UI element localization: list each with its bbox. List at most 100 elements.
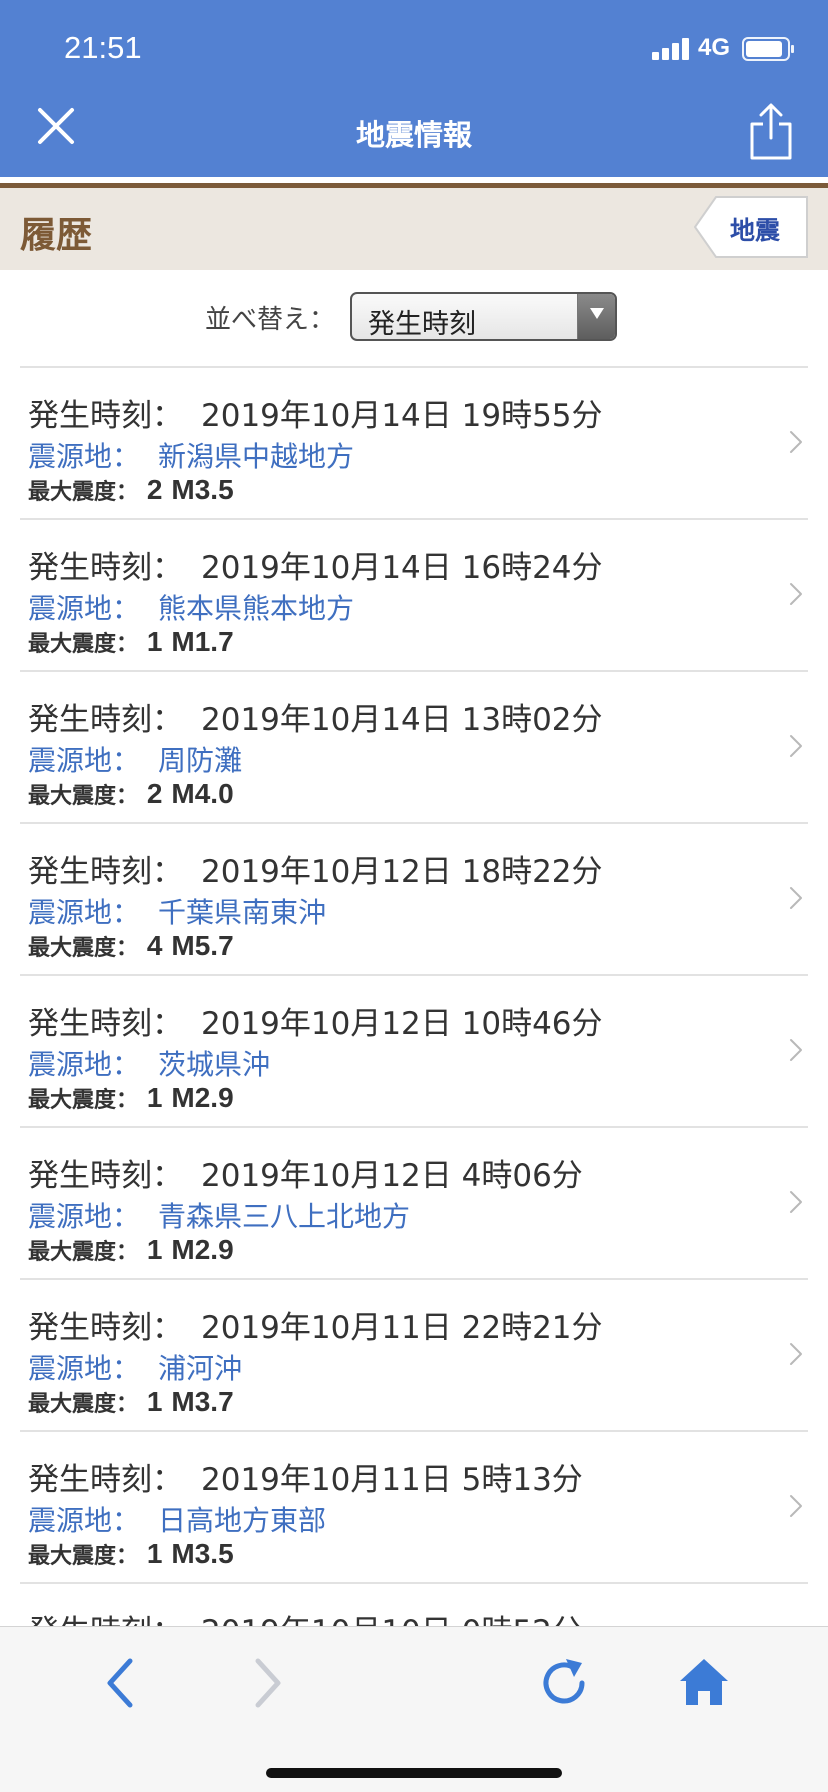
row-intensity: 最大震度： 1 M3.7 <box>28 1385 234 1418</box>
row-time: 発生時刻： 2019年10月12日 18時22分 <box>28 846 603 891</box>
row-time: 発生時刻： 2019年10月12日 10時46分 <box>28 998 603 1043</box>
time-label: 発生時刻： <box>28 1310 183 1346</box>
epicenter-value: 千葉県南東沖 <box>158 896 327 929</box>
back-button[interactable] <box>92 1653 152 1713</box>
epicenter-value: 浦河沖 <box>158 1352 243 1385</box>
reload-button[interactable] <box>534 1653 594 1713</box>
row-intensity: 最大震度： 1 M3.5 <box>28 1537 234 1570</box>
intensity-value: 1 <box>146 1082 163 1113</box>
row-epicenter: 震源地： 周防灘 <box>28 739 242 779</box>
row-intensity: 最大震度： 1 M1.7 <box>28 625 234 658</box>
intensity-label: 最大震度： <box>28 480 139 505</box>
chevron-right-icon <box>790 583 802 605</box>
signal-icon <box>652 38 692 60</box>
section-header: 履歴 地震 <box>0 188 828 270</box>
top-bar: 21:51 4G 地震情報 <box>0 0 828 177</box>
magnitude-value: M1.7 <box>171 626 234 657</box>
chevron-right-icon <box>790 1495 802 1517</box>
chevron-left-icon <box>107 1658 133 1708</box>
time-label: 発生時刻： <box>28 1462 183 1498</box>
epicenter-value: 新潟県中越地方 <box>158 440 355 473</box>
epicenter-label: 震源地： <box>28 1048 141 1081</box>
intensity-value: 1 <box>146 626 163 657</box>
status-time: 21:51 <box>64 30 142 65</box>
bottom-toolbar <box>0 1626 828 1792</box>
section-title: 履歴 <box>20 215 93 256</box>
row-intensity: 最大震度： 4 M5.7 <box>28 929 234 962</box>
intensity-label: 最大震度： <box>28 784 139 809</box>
row-time: 発生時刻： 2019年10月12日 4時06分 <box>28 1150 583 1195</box>
network-label: 4G <box>698 34 731 61</box>
chevron-right-icon <box>790 1191 802 1213</box>
row-epicenter: 震源地： 千葉県南東沖 <box>28 891 326 931</box>
row-time: 発生時刻： 2019年10月11日 5時13分 <box>28 1454 583 1499</box>
time-value: 2019年10月14日 16時24分 <box>201 550 603 586</box>
list-item[interactable]: 発生時刻： 2019年10月12日 18時22分震源地： 千葉県南東沖 最大震度： 4… <box>20 822 808 974</box>
home-icon <box>680 1659 728 1705</box>
row-intensity: 最大震度： 2 M4.0 <box>28 777 234 810</box>
time-label: 発生時刻： <box>28 1158 183 1194</box>
row-time: 発生時刻： 2019年10月14日 19時55分 <box>28 390 603 435</box>
row-time: 発生時刻： 2019年10月14日 16時24分 <box>28 542 603 587</box>
intensity-value: 1 <box>146 1234 163 1265</box>
intensity-label: 最大震度： <box>28 1088 139 1113</box>
intensity-value: 2 <box>146 474 163 505</box>
epicenter-label: 震源地： <box>28 896 141 929</box>
intensity-label: 最大震度： <box>28 936 139 961</box>
list-item[interactable]: 発生時刻： 2019年10月14日 13時02分震源地： 周防灘 最大震度： 2 M4… <box>20 670 808 822</box>
epicenter-value: 周防灘 <box>158 744 243 777</box>
intensity-value: 4 <box>146 930 163 961</box>
list-item[interactable]: 発生時刻： 2019年10月11日 22時21分 震源地： 浦河沖 最大震度： 1 M3… <box>20 1278 808 1430</box>
intensity-value: 1 <box>146 1386 163 1417</box>
tag-label: 地震 <box>730 216 781 245</box>
intensity-label: 最大震度： <box>28 1392 139 1417</box>
time-label: 発生時刻： <box>28 398 183 434</box>
row-time: 発生時刻： 2019年10月11日 22時21分 <box>28 1302 603 1347</box>
magnitude-value: M3.5 <box>171 474 234 505</box>
row-epicenter: 震源地： 浦河沖 <box>28 1347 242 1387</box>
magnitude-value: M3.7 <box>171 1386 234 1417</box>
time-value: 2019年10月11日 5時13分 <box>201 1462 583 1498</box>
epicenter-label: 震源地： <box>28 440 141 473</box>
epicenter-label: 震源地： <box>28 1200 141 1233</box>
page-title: 地震情報 <box>355 118 472 152</box>
list-item[interactable]: 発生時刻： 2019年10月12日 4時06分震源地： 青森県三八上北地方 最大震度：… <box>20 1126 808 1278</box>
forward-button[interactable] <box>236 1653 296 1713</box>
row-epicenter: 震源地： 日高地方東部 <box>28 1499 326 1539</box>
dropdown-arrow-icon <box>577 294 615 339</box>
intensity-label: 最大震度： <box>28 632 139 657</box>
epicenter-label: 震源地： <box>28 744 141 777</box>
row-intensity: 最大震度： 1 M2.9 <box>28 1081 234 1114</box>
home-button[interactable] <box>674 1653 734 1713</box>
intensity-label: 最大震度： <box>28 1544 139 1569</box>
list-item[interactable]: 発生時刻： 2019年10月14日 19時55分 震源地： 新潟県中越地方 最大震度： … <box>20 366 808 518</box>
time-label: 発生時刻： <box>28 854 183 890</box>
time-label: 発生時刻： <box>28 550 183 586</box>
earthquake-list: 発生時刻： 2019年10月14日 19時55分震源地： 新潟県中越地方最大震度： … <box>20 366 808 1734</box>
row-time: 発生時刻： 2019年10月14日 13時02分 <box>28 694 603 739</box>
epicenter-label: 震源地： <box>28 592 141 625</box>
chevron-right-icon <box>790 1039 802 1061</box>
magnitude-value: M4.0 <box>171 778 234 809</box>
home-indicator <box>266 1768 562 1778</box>
row-epicenter: 震源地： 新潟県中越地方 <box>28 435 354 475</box>
list-item[interactable]: 発生時刻： 2019年10月12日 10時46分震源地： 茨城県沖 最大震度： 1 M… <box>20 974 808 1126</box>
list-item[interactable]: 発生時刻： 2019年10月11日 5時13分 震源地： 日高地方東部 最大震度： 1 … <box>20 1430 808 1582</box>
intensity-label: 最大震度： <box>28 1240 139 1265</box>
epicenter-value: 茨城県沖 <box>158 1048 271 1081</box>
epicenter-value: 青森県三八上北地方 <box>158 1200 411 1233</box>
time-value: 2019年10月14日 13時02分 <box>201 702 603 738</box>
row-epicenter: 震源地： 熊本県熊本地方 <box>28 587 354 627</box>
earthquake-tag-button[interactable]: 地震 <box>694 196 808 258</box>
list-item[interactable]: 発生時刻： 2019年10月14日 16時24分震源地： 熊本県熊本地方 最大震度： … <box>20 518 808 670</box>
chevron-right-icon <box>790 735 802 757</box>
intensity-value: 1 <box>146 1538 163 1569</box>
epicenter-value: 熊本県熊本地方 <box>158 592 355 625</box>
sort-select[interactable]: 発生時刻 <box>350 292 617 341</box>
epicenter-value: 日高地方東部 <box>158 1504 327 1537</box>
share-icon <box>750 103 792 160</box>
magnitude-value: M2.9 <box>171 1082 234 1113</box>
time-label: 発生時刻： <box>28 702 183 738</box>
sort-selected-value: 発生時刻 <box>368 309 476 340</box>
share-button[interactable] <box>740 100 802 162</box>
